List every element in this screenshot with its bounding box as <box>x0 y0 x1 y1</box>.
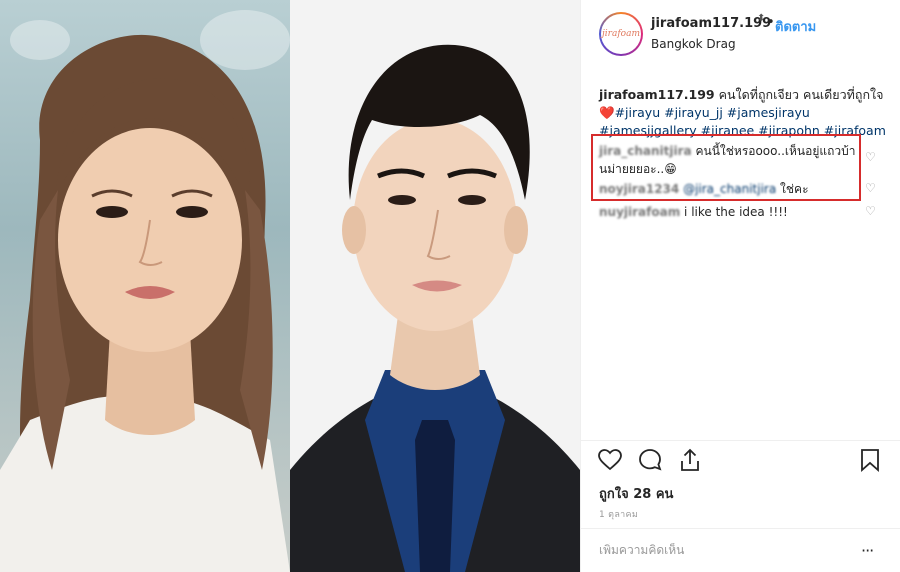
likes-count[interactable]: ถูกใจ 28 คน <box>599 483 673 504</box>
comment-like-heart-icon[interactable]: ♡ <box>865 150 877 164</box>
comment-text: i like the idea !!!! <box>684 205 788 219</box>
dot-separator: • <box>767 15 775 30</box>
man-portrait <box>290 44 580 572</box>
avatar-inner: jirafoam <box>601 14 641 54</box>
avatar-logo-text: jirafoam <box>602 29 640 39</box>
comment-username[interactable]: nuyjirafoam <box>599 205 680 219</box>
photo-left-woman <box>0 0 290 572</box>
background-bokeh <box>200 10 290 70</box>
post-date[interactable]: 1 ตุลาคม <box>599 507 638 521</box>
comment-item: jira_chanitjira คนนี้ใช่หรอooo..เห็นอยู่… <box>599 142 869 178</box>
more-options-icon[interactable]: ··· <box>861 541 874 560</box>
post-action-bar <box>581 440 900 480</box>
comment-username[interactable]: noyjira1234 <box>599 182 679 196</box>
bookmark-icon[interactable] <box>857 447 883 473</box>
caption-text: คนใดที่ถูกเจียว คนเดียวที่ถูกใจ <box>718 87 884 102</box>
comment-item: noyjira1234 @jira_chanitjira ใช่คะ <box>599 180 869 198</box>
post-header: jirafoam jirafoam117.199 ⬍ • ติดตาม Bang… <box>581 0 900 74</box>
share-icon[interactable] <box>677 447 703 473</box>
photo-right-man <box>290 0 580 572</box>
comment-like-heart-icon[interactable]: ♡ <box>865 181 877 195</box>
verified-stepper-icon: ⬍ <box>757 13 766 24</box>
add-comment-bar: ··· <box>581 528 900 572</box>
comment-like-heart-icon[interactable]: ♡ <box>865 204 877 218</box>
post-side-panel: jirafoam jirafoam117.199 ⬍ • ติดตาม Bang… <box>580 0 900 572</box>
add-comment-input[interactable] <box>599 543 839 557</box>
follow-button[interactable]: ติดตาม <box>775 16 816 37</box>
comment-username[interactable]: jira_chanitjira <box>599 144 692 158</box>
woman-portrait <box>0 34 290 572</box>
avatar[interactable]: jirafoam <box>599 12 643 56</box>
background-bokeh <box>10 20 70 60</box>
caption-username[interactable]: jirafoam117.199 <box>599 87 715 102</box>
post-username[interactable]: jirafoam117.199 <box>651 16 771 31</box>
comment-mention[interactable]: @jira_chanitjira <box>683 182 776 196</box>
like-heart-icon[interactable] <box>597 447 623 473</box>
comment-item: nuyjirafoam i like the idea !!!! <box>599 203 869 221</box>
comment-bubble-icon[interactable] <box>637 447 663 473</box>
post-photo[interactable] <box>0 0 580 572</box>
post-location[interactable]: Bangkok Drag <box>651 37 736 51</box>
post-caption: jirafoam117.199 คนใดที่ถูกเจียว คนเดียวท… <box>599 86 889 140</box>
comment-text: ใช่คะ <box>780 182 809 196</box>
heart-emoji-icon: ❤️ <box>599 105 615 120</box>
